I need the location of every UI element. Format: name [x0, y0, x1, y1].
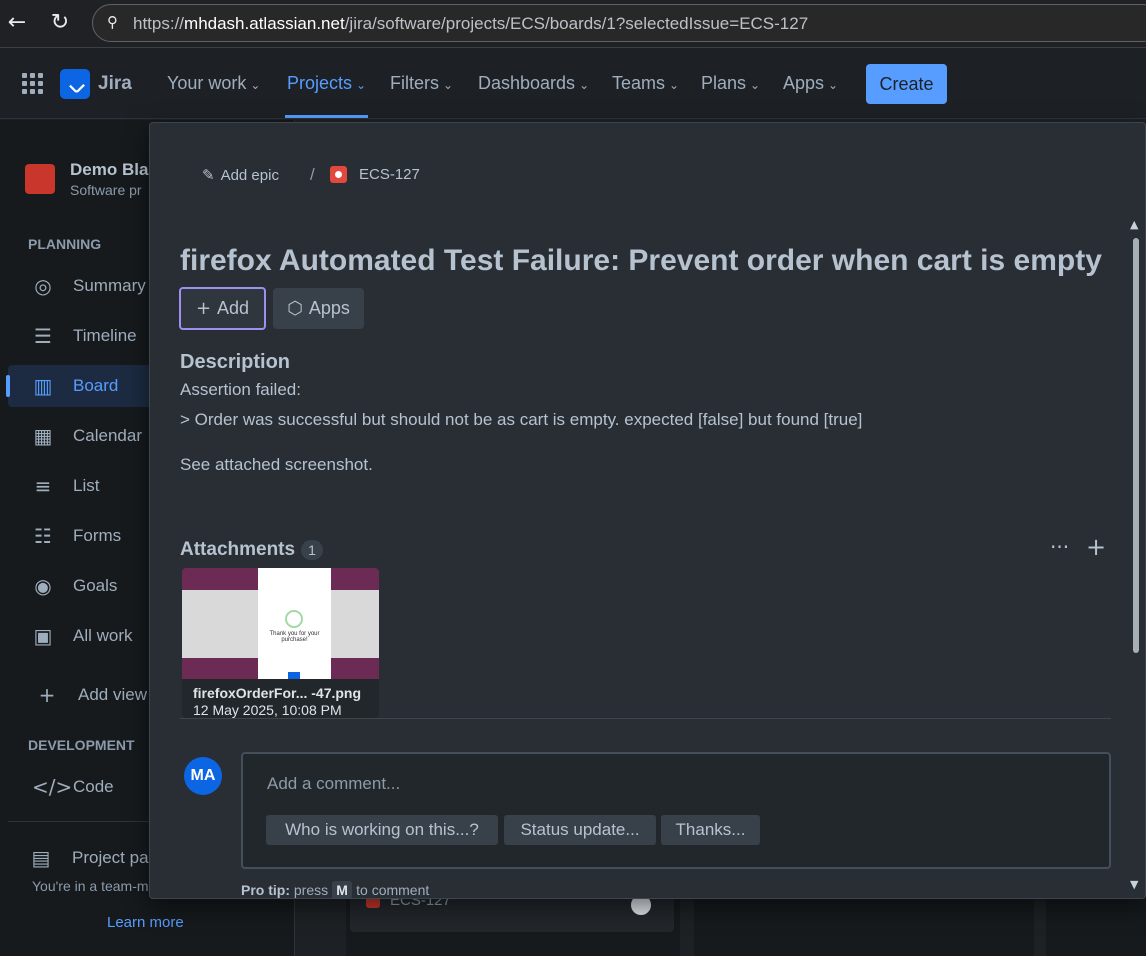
nav-plans[interactable]: Plans ⌄ — [701, 73, 760, 94]
active-nav-indicator — [285, 115, 368, 118]
team-managed-note: You're in a team-m — [32, 878, 149, 894]
nav-your-work[interactable]: Your work ⌄ — [167, 73, 260, 94]
modal-scrollbar[interactable]: ▲ ▼ — [1128, 218, 1142, 893]
attachment-thumbnail: Thank you for your purchase! — [182, 568, 379, 679]
scroll-down-arrow-icon[interactable]: ▼ — [1130, 878, 1138, 891]
chevron-down-icon: ⌄ — [443, 78, 454, 92]
description-line[interactable]: See attached screenshot. — [180, 455, 373, 475]
top-navigation: Jira Your work ⌄ Projects ⌄ Filters ⌄ Dashb… — [0, 49, 1146, 119]
jira-logo-text[interactable]: Jira — [98, 73, 132, 95]
attachments-count-badge: 1 — [301, 540, 323, 560]
success-check-icon — [285, 610, 303, 628]
project-name[interactable]: Demo Bla — [70, 160, 148, 180]
back-arrow-icon[interactable]: ← — [2, 8, 32, 38]
apps-button[interactable]: ⬡ Apps — [273, 288, 364, 329]
keyboard-key: M — [332, 881, 353, 898]
nav-apps[interactable]: Apps ⌄ — [783, 73, 838, 94]
planning-section-label: PLANNING — [28, 236, 102, 252]
comment-placeholder: Add a comment... — [267, 774, 401, 793]
comment-input[interactable]: Add a comment... Who is working on this.… — [241, 752, 1111, 869]
nav-projects[interactable]: Projects ⌄ — [287, 73, 366, 94]
jira-logo-icon[interactable] — [60, 69, 90, 99]
browser-toolbar: ← ↻ ⚲ https://mhdash.atlassian.net/jira/… — [0, 0, 1146, 48]
add-attachment-icon[interactable]: + — [1086, 533, 1106, 561]
create-button[interactable]: Create — [866, 64, 947, 104]
add-epic-link[interactable]: ✎ Add epic — [202, 166, 279, 184]
description-line[interactable]: > Order was successful but should not be… — [180, 410, 862, 430]
chevron-down-icon: ⌄ — [669, 78, 680, 92]
attachment-card[interactable]: Thank you for your purchase! firefoxOrde… — [182, 568, 379, 718]
list-icon: ≡ — [34, 474, 52, 498]
issue-detail-modal: ✎ Add epic / ECS-127 firefox Automated Te… — [149, 122, 1146, 899]
timeline-icon: ☰ — [34, 324, 52, 348]
plus-icon: + — [195, 298, 212, 319]
description-line[interactable]: Assertion failed: — [180, 380, 301, 400]
section-divider — [180, 718, 1111, 719]
project-avatar[interactable] — [25, 164, 55, 194]
scrollbar-thumb[interactable] — [1133, 238, 1139, 653]
url-text: https://mhdash.atlassian.net/jira/softwa… — [133, 14, 809, 33]
chevron-down-icon: ⌄ — [356, 78, 367, 92]
issue-title[interactable]: firefox Automated Test Failure: Prevent … — [180, 244, 1102, 278]
goals-icon: ◉ — [34, 574, 52, 598]
nav-teams[interactable]: Teams ⌄ — [612, 73, 679, 94]
attachment-filename: firefoxOrderFor... -47.png — [193, 685, 362, 701]
development-section-label: DEVELOPMENT — [28, 737, 135, 753]
chevron-down-icon: ⌄ — [250, 78, 261, 92]
avatar[interactable]: MA — [184, 757, 222, 795]
code-icon: </> — [32, 775, 73, 799]
pro-tip: Pro tip: press Mto comment — [241, 881, 430, 898]
nav-dashboards[interactable]: Dashboards ⌄ — [478, 73, 589, 94]
pencil-icon: ✎ — [202, 166, 215, 184]
chevron-down-icon: ⌄ — [579, 78, 590, 92]
apps-icon: ⬡ — [287, 298, 303, 319]
project-type: Software pr — [70, 182, 142, 198]
suggestion-chip[interactable]: Status update... — [504, 815, 656, 845]
description-heading: Description — [180, 351, 291, 373]
all-work-icon: ▣ — [33, 624, 53, 648]
chevron-down-icon: ⌄ — [750, 78, 761, 92]
forms-icon: ☷ — [34, 524, 52, 548]
site-info-icon[interactable]: ⚲ — [107, 13, 127, 33]
globe-icon: ◎ — [34, 274, 52, 298]
bug-icon[interactable] — [330, 166, 347, 183]
app-switcher-icon[interactable] — [22, 73, 44, 95]
calendar-icon: ▦ — [33, 424, 53, 448]
attachment-date: 12 May 2025, 10:08 PM — [193, 702, 342, 718]
suggestion-chip[interactable]: Thanks... — [661, 815, 760, 845]
attachments-heading: Attachments — [180, 539, 296, 560]
reload-icon[interactable]: ↻ — [45, 8, 75, 38]
breadcrumb-separator: / — [310, 165, 315, 184]
page-icon: ▤ — [31, 846, 51, 870]
board-icon: ▥ — [33, 374, 53, 398]
learn-more-link[interactable]: Learn more — [107, 914, 184, 931]
scroll-up-arrow-icon[interactable]: ▲ — [1130, 218, 1138, 231]
suggestion-chip[interactable]: Who is working on this...? — [266, 815, 498, 845]
more-options-icon[interactable]: ··· — [1050, 535, 1069, 559]
issue-key-link[interactable]: ECS-127 — [359, 166, 420, 183]
plus-icon: + — [38, 683, 56, 707]
chevron-down-icon: ⌄ — [828, 78, 839, 92]
add-button[interactable]: + Add — [179, 287, 266, 330]
nav-filters[interactable]: Filters ⌄ — [390, 73, 453, 94]
address-bar[interactable]: ⚲ https://mhdash.atlassian.net/jira/soft… — [92, 4, 1146, 42]
